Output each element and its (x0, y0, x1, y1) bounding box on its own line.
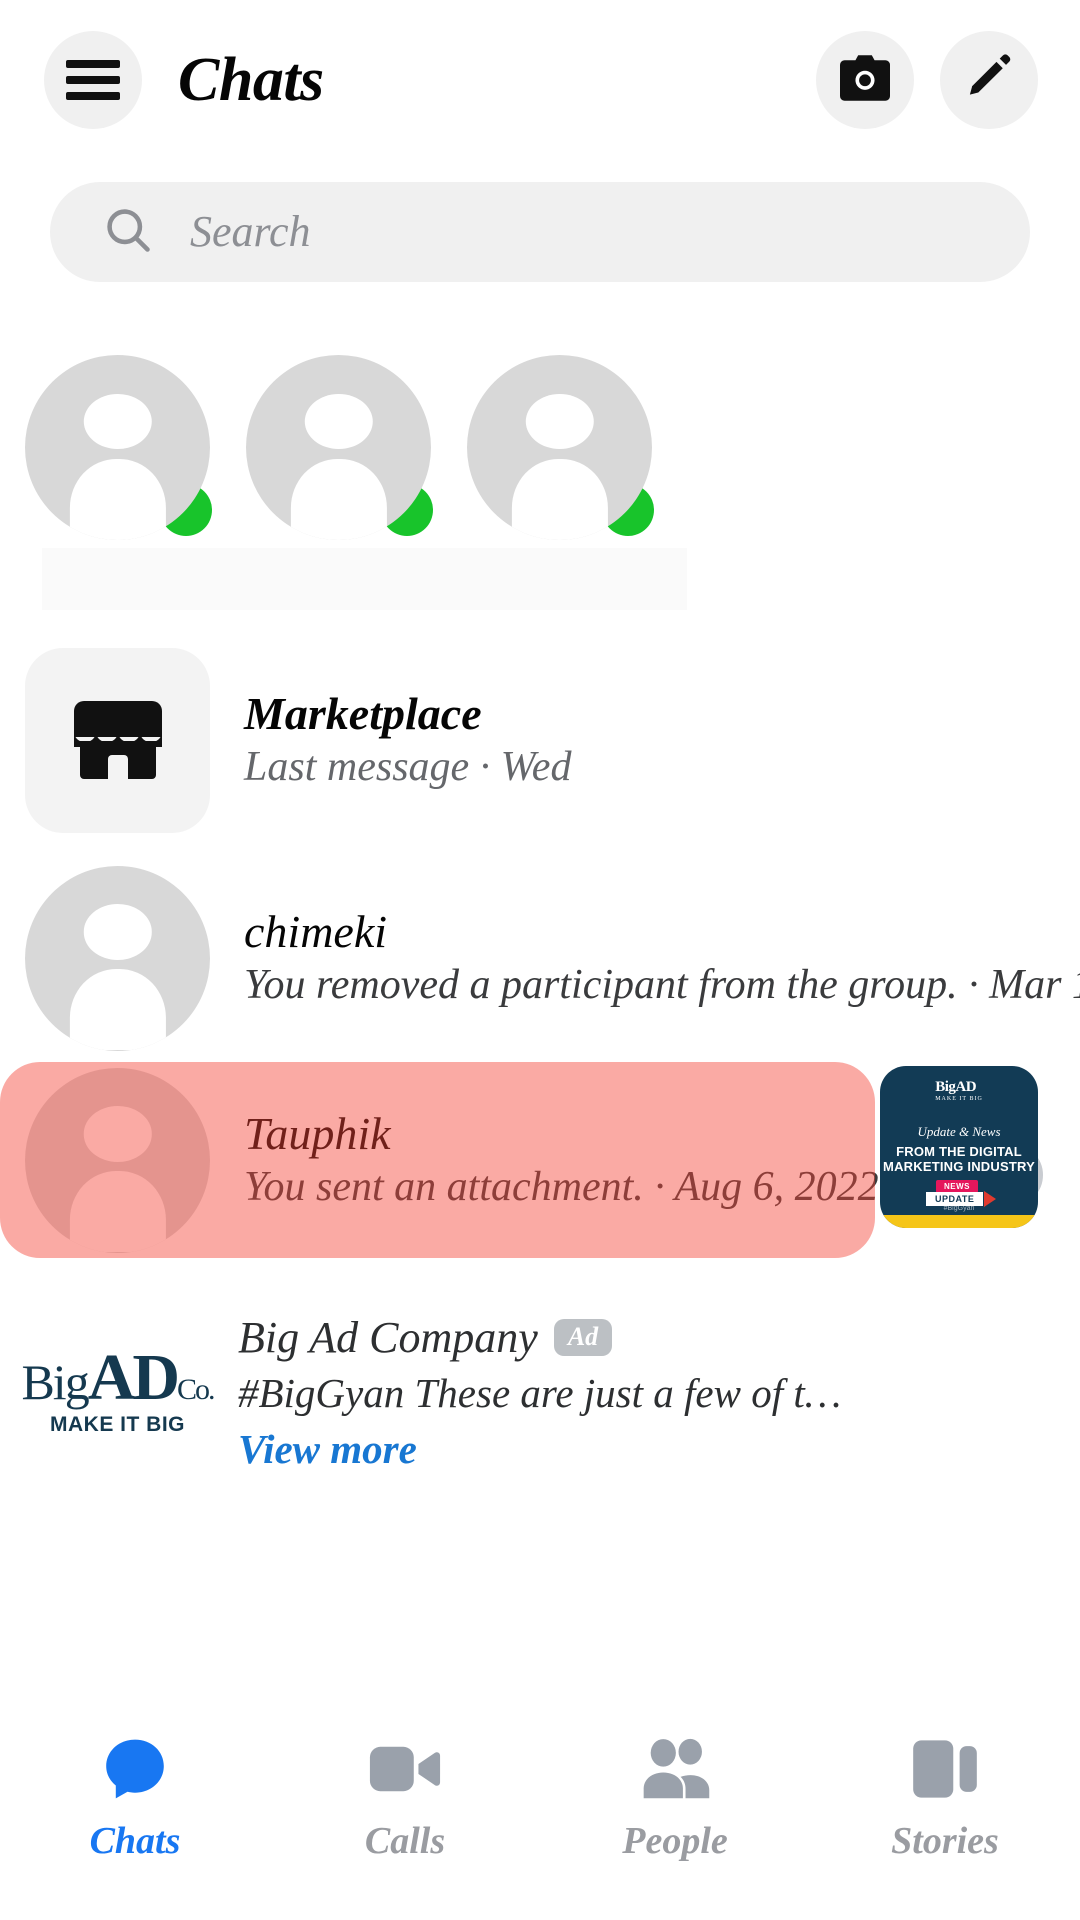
ad-thumb-accent-strip (880, 1215, 1038, 1228)
camera-icon (837, 53, 893, 108)
chat-item-snippet: You removed a participant from the group… (244, 961, 1080, 1010)
advertiser-logo-tagline: MAKE IT BIG (50, 1413, 185, 1437)
ad-text-block: Big Ad Company Ad #BigGyan These are jus… (238, 1312, 1080, 1473)
ad-title-row: Big Ad Company Ad (238, 1312, 1080, 1363)
ad-badge: Ad (554, 1319, 612, 1357)
bottom-navigation-bar: Chats Calls People (0, 1710, 1080, 1920)
story-shelf-background (42, 548, 687, 610)
story-avatar-wrap (25, 355, 210, 540)
chat-list-item-chimeki[interactable]: chimeki You removed a participant from t… (0, 858, 1080, 1058)
pencil-compose-icon (961, 50, 1017, 111)
nav-tab-calls[interactable]: Calls (270, 1732, 540, 1860)
advertiser-logo-wordmark: Big AD Co. (21, 1348, 213, 1407)
story-avatar-wrap (246, 355, 431, 540)
person-avatar-icon (25, 866, 210, 1051)
page-title: Chats (178, 49, 324, 111)
story-avatar-1[interactable] (25, 355, 210, 540)
sponsored-ad-item[interactable]: Big AD Co. MAKE IT BIG Big Ad Company Ad… (0, 1285, 1080, 1500)
person-avatar-icon (246, 355, 431, 540)
messenger-chats-screen: Chats (0, 0, 1080, 1920)
search-input[interactable]: Search (50, 182, 1030, 282)
ad-thumb-update-badge: UPDATE (926, 1192, 983, 1206)
logo-word-co: Co. (177, 1376, 214, 1403)
ad-thumb-brand-sub: MAKE IT BIG (935, 1096, 983, 1102)
nav-tab-stories[interactable]: Stories (810, 1732, 1080, 1860)
active-now-story-row (25, 355, 1055, 545)
ad-thumb-headline-line2: MARKETING INDUSTRY (883, 1160, 1035, 1175)
chat-item-text: Marketplace Last message · Wed (244, 688, 1080, 792)
ad-thumb-brand: BigAD MAKE IT BIG (935, 1079, 983, 1102)
ad-title: Big Ad Company (238, 1312, 538, 1363)
hamburger-menu-button[interactable] (44, 31, 142, 129)
logo-word-ad: AD (88, 1348, 177, 1407)
nav-tab-stories-label: Stories (891, 1822, 999, 1860)
nav-tab-chats[interactable]: Chats (0, 1732, 270, 1860)
ad-thumb-script: Update & News (917, 1124, 1000, 1140)
story-avatar-wrap (467, 355, 652, 540)
chat-item-avatar (25, 1068, 210, 1253)
person-avatar-icon (25, 355, 210, 540)
story-avatar-3[interactable] (467, 355, 652, 540)
search-placeholder: Search (190, 210, 311, 254)
person-avatar-icon (467, 355, 652, 540)
person-avatar-icon (25, 1068, 210, 1253)
ad-snippet: #BigGyan These are just a few of th... (238, 1369, 848, 1417)
chat-item-avatar (25, 866, 210, 1051)
chat-bubble-icon (97, 1732, 173, 1806)
nav-tab-chats-label: Chats (90, 1822, 181, 1860)
marketplace-tile (25, 648, 210, 833)
people-icon (634, 1732, 716, 1806)
chat-list-item-marketplace[interactable]: Marketplace Last message · Wed (0, 640, 1080, 840)
ad-thumb-banner: NEWS UPDATE (922, 1180, 1004, 1205)
nav-tab-people[interactable]: People (540, 1732, 810, 1860)
compose-button[interactable] (940, 31, 1038, 129)
ad-thumb-headline-line1: FROM THE DIGITAL (883, 1145, 1035, 1160)
hamburger-menu-icon (66, 60, 120, 100)
advertiser-logo: Big AD Co. MAKE IT BIG (25, 1300, 210, 1485)
ad-thumb-arrow-icon (984, 1191, 996, 1207)
chat-item-name: chimeki (244, 906, 1080, 958)
camera-button[interactable] (816, 31, 914, 129)
stories-icon (910, 1732, 980, 1806)
ad-thumb-headline: FROM THE DIGITAL MARKETING INDUSTRY (883, 1145, 1035, 1174)
ad-view-more-link[interactable]: View more (238, 1425, 1080, 1473)
header-actions (816, 31, 1038, 129)
logo-word-big: Big (21, 1360, 87, 1405)
chat-item-name: Marketplace (244, 688, 1080, 740)
storefront-icon (74, 701, 162, 779)
nav-tab-people-label: People (622, 1822, 728, 1860)
chat-item-text: chimeki You removed a participant from t… (244, 906, 1080, 1010)
chat-item-snippet: Last message · Wed (244, 743, 1080, 792)
video-camera-icon (367, 1732, 443, 1806)
ad-thumbnail[interactable]: BigAD MAKE IT BIG Update & News FROM THE… (880, 1066, 1038, 1228)
app-header: Chats (0, 0, 1080, 160)
story-avatar-2[interactable] (246, 355, 431, 540)
search-icon (102, 204, 154, 261)
nav-tab-calls-label: Calls (365, 1822, 445, 1860)
